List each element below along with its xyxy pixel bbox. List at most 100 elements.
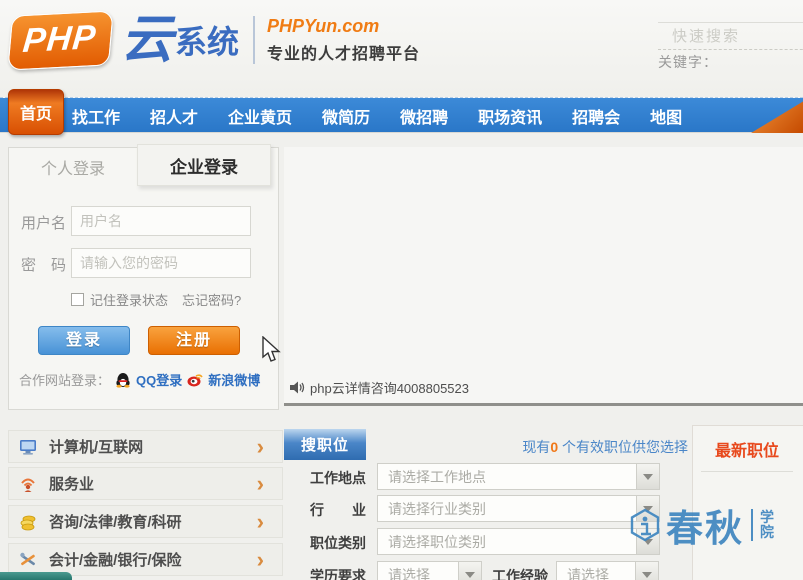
- job-category-label: 职位类别: [310, 533, 372, 553]
- nav-item-company-pages[interactable]: 企业黄页: [228, 104, 292, 128]
- education-experience-row: 学历要求 请选择 工作经验 请选择: [284, 561, 692, 580]
- speaker-icon: [290, 381, 305, 394]
- chevron-down-icon: [642, 572, 652, 578]
- count-prefix: 现有: [522, 439, 550, 455]
- nav-item-micro-resume[interactable]: 微简历: [322, 104, 370, 128]
- chevron-right-icon: ›: [257, 507, 264, 537]
- category-label: 咨询/法律/教育/科研: [49, 511, 182, 532]
- main-navbar: 首页 找工作 招人才 企业黄页 微简历 微招聘 职场资讯 招聘会 地图: [0, 98, 803, 133]
- tab-enterprise-login[interactable]: 企业登录: [137, 144, 271, 186]
- job-category-select[interactable]: 请选择职位类别: [377, 528, 660, 555]
- logo-divider: [253, 16, 255, 64]
- industry-label: 行 业: [310, 500, 372, 520]
- category-label: 会计/金融/银行/保险: [49, 549, 182, 570]
- php-logo-badge: PHP: [7, 10, 113, 70]
- banner-area: php云详情咨询4008805523: [284, 147, 803, 406]
- location-row: 工作地点 请选择工作地点: [284, 463, 692, 490]
- search-jobs-tab[interactable]: 搜职位: [284, 429, 366, 460]
- industry-row: 行 业 请选择行业类别: [284, 495, 692, 522]
- chevron-right-icon: ›: [257, 432, 264, 462]
- category-row-service[interactable]: 服务业 ›: [8, 467, 283, 500]
- category-label: 计算机/互联网: [49, 436, 143, 457]
- remember-row: 记住登录状态 忘记密码?: [71, 290, 241, 309]
- count-value: 0: [550, 439, 558, 455]
- experience-select-value: 请选择: [557, 565, 635, 580]
- qq-login-link[interactable]: QQ登录: [136, 370, 182, 389]
- experience-label: 工作经验: [492, 566, 554, 580]
- job-category-select-value: 请选择职位类别: [378, 532, 636, 552]
- latest-jobs-panel: 最新职位: [692, 425, 803, 580]
- count-suffix: 个有效职位供您选择: [558, 439, 688, 455]
- login-button[interactable]: 登录: [38, 326, 130, 355]
- chevron-right-icon: ›: [257, 469, 264, 499]
- qq-icon: [115, 372, 131, 388]
- logo-yun-char: 云: [121, 10, 173, 70]
- remember-label: 记住登录状态: [90, 290, 168, 309]
- register-button[interactable]: 注册: [148, 326, 240, 355]
- password-field[interactable]: [71, 248, 251, 278]
- computer-icon: [19, 438, 37, 456]
- category-row-consulting[interactable]: 咨询/法律/教育/科研 ›: [8, 505, 283, 538]
- keyword-label: 关键字：: [658, 52, 718, 72]
- weibo-login-link[interactable]: 新浪微博: [208, 370, 260, 389]
- login-tabs: 个人登录 企业登录: [9, 148, 278, 186]
- nav-item-micro-recruit[interactable]: 微招聘: [400, 104, 448, 128]
- forgot-password-link[interactable]: 忘记密码?: [182, 290, 241, 309]
- username-field[interactable]: [71, 206, 251, 236]
- site-domain-name: PHPYun.com: [267, 16, 420, 37]
- site-text-block: PHPYun.com 专业的人才招聘平台: [267, 16, 420, 64]
- dropdown-button[interactable]: [636, 496, 659, 521]
- dropdown-button[interactable]: [458, 562, 481, 580]
- dropdown-button[interactable]: [636, 529, 659, 554]
- category-label: 服务业: [49, 473, 94, 494]
- service-icon: [19, 475, 37, 493]
- nav-item-home[interactable]: 首页: [8, 89, 64, 135]
- job-count-line: 现有0 个有效职位供您选择: [522, 437, 688, 457]
- announcement-bar: php云详情咨询4008805523: [290, 378, 469, 397]
- quick-search-input[interactable]: [658, 22, 803, 50]
- username-label: 用户名: [21, 212, 66, 233]
- announcement-text: php云详情咨询4008805523: [310, 378, 469, 397]
- password-label: 密 码: [21, 254, 66, 275]
- location-select-value: 请选择工作地点: [378, 467, 636, 487]
- chevron-down-icon: [465, 572, 475, 578]
- education-select-value: 请选择: [378, 565, 458, 580]
- site-tagline: 专业的人才招聘平台: [267, 40, 420, 64]
- tab-personal-login[interactable]: 个人登录: [9, 148, 137, 186]
- teal-corner-decoration: [0, 572, 72, 580]
- location-label: 工作地点: [310, 468, 372, 488]
- nav-item-recruit[interactable]: 招人才: [150, 104, 198, 128]
- chevron-down-icon: [643, 506, 653, 512]
- phpyun-homepage: PHP 云 系统 PHPYun.com 专业的人才招聘平台 关键字： 首页 找工…: [0, 0, 803, 580]
- nav-items: 找工作 招人才 企业黄页 微简历 微招聘 职场资讯 招聘会 地图: [72, 98, 682, 133]
- logo-xitong-text: 系统: [175, 17, 239, 63]
- category-row: 职位类别 请选择职位类别: [284, 528, 692, 555]
- chevron-down-icon: [643, 539, 653, 545]
- experience-select[interactable]: 请选择: [556, 561, 659, 580]
- education-label: 学历要求: [310, 566, 372, 580]
- chevron-down-icon: [643, 474, 653, 480]
- category-row-computer[interactable]: 计算机/互联网 ›: [8, 430, 283, 463]
- nav-item-job-fair[interactable]: 招聘会: [572, 104, 620, 128]
- dropdown-button[interactable]: [635, 562, 658, 580]
- chevron-right-icon: ›: [257, 545, 264, 575]
- industry-select-value: 请选择行业类别: [378, 499, 636, 519]
- site-logo: PHP 云 系统 PHPYun.com 专业的人才招聘平台: [10, 10, 420, 70]
- finance-icon: [19, 551, 37, 569]
- consulting-icon: [19, 513, 37, 531]
- login-panel: 个人登录 企业登录 用户名 密 码 记住登录状态 忘记密码? 登录 注册 合作网…: [8, 147, 279, 410]
- industry-select[interactable]: 请选择行业类别: [377, 495, 660, 522]
- remember-checkbox[interactable]: [71, 293, 84, 306]
- job-search-section: 搜职位 现有0 个有效职位供您选择 工作地点 请选择工作地点 行 业 请选择行业…: [284, 425, 692, 580]
- partner-login-label: 合作网站登录：: [19, 370, 110, 389]
- nav-item-find-job[interactable]: 找工作: [72, 104, 120, 128]
- nav-item-map[interactable]: 地图: [650, 104, 682, 128]
- education-select[interactable]: 请选择: [377, 561, 482, 580]
- partner-login-row: 合作网站登录： QQ登录 新浪微博: [19, 370, 260, 389]
- latest-jobs-title: 最新职位: [701, 437, 793, 472]
- page-header: PHP 云 系统 PHPYun.com 专业的人才招聘平台 关键字：: [0, 0, 803, 98]
- nav-item-career-news[interactable]: 职场资讯: [478, 104, 542, 128]
- navbar-corner-decoration: [751, 98, 803, 133]
- dropdown-button[interactable]: [636, 464, 659, 489]
- location-select[interactable]: 请选择工作地点: [377, 463, 660, 490]
